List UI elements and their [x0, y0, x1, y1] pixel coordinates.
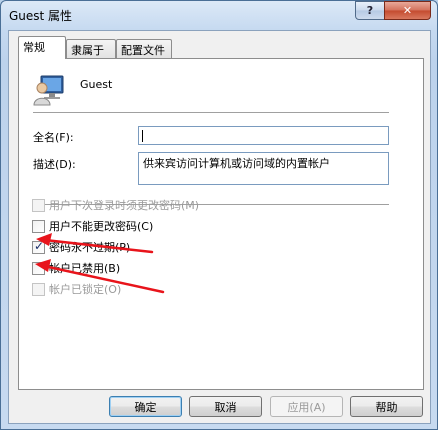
- checkbox-label: 帐户已锁定(O): [49, 283, 122, 296]
- description-field[interactable]: 供来宾访问计算机或访问域的内置帐户: [138, 152, 389, 185]
- help-icon[interactable]: ?: [355, 1, 385, 20]
- checkbox-account-locked: 帐户已锁定(O): [32, 281, 121, 297]
- tab-member-of[interactable]: 隶属于: [66, 39, 116, 58]
- help-button[interactable]: 帮助: [350, 396, 423, 417]
- checkbox-password-never-expires[interactable]: 密码永不过期(P): [32, 239, 130, 255]
- tab-general[interactable]: 常规: [18, 36, 66, 59]
- checkbox[interactable]: [32, 239, 45, 254]
- checkbox-cannot-change-password[interactable]: 用户不能更改密码(C): [32, 218, 153, 234]
- ok-button[interactable]: 确定: [109, 396, 182, 417]
- checkbox[interactable]: [32, 261, 45, 275]
- checkbox[interactable]: [32, 219, 45, 233]
- window-title: Guest 属性: [9, 9, 73, 23]
- checkbox-label: 帐户已禁用(B): [49, 262, 121, 275]
- apply-button: 应用(A): [270, 396, 343, 417]
- fullname-field[interactable]: [138, 126, 389, 145]
- fullname-label: 全名(F):: [33, 131, 74, 144]
- title-bar[interactable]: Guest 属性 ? ✕: [1, 1, 437, 29]
- user-name: Guest: [80, 78, 113, 91]
- checkbox-label: 用户不能更改密码(C): [49, 220, 154, 233]
- general-tab-panel: Guest 全名(F): 描述(D): 供来宾访问计算机或访问域的内置帐户 用户…: [18, 58, 424, 390]
- dialog-body: 常规 隶属于 配置文件 Guest 全名(F): 描述(D): 供来宾访问计算机…: [8, 30, 431, 424]
- checkbox-must-change-password: 用户下次登录时须更改密码(M): [32, 197, 199, 213]
- description-label: 描述(D):: [33, 158, 76, 171]
- checkbox-label: 用户下次登录时须更改密码(M): [49, 199, 200, 212]
- tab-profile[interactable]: 配置文件: [116, 39, 172, 58]
- close-icon[interactable]: ✕: [384, 1, 431, 20]
- text-caret: [142, 130, 143, 142]
- checkbox-account-disabled[interactable]: 帐户已禁用(B): [32, 260, 120, 276]
- user-account-icon: [33, 75, 64, 106]
- properties-dialog: Guest 属性 ? ✕ 常规 隶属于 配置文件 Guest 全名(F): 描述: [0, 0, 438, 430]
- cancel-button[interactable]: 取消: [189, 396, 262, 417]
- checkbox: [32, 282, 45, 296]
- separator: [33, 112, 389, 113]
- checkbox: [32, 198, 45, 212]
- checkbox-label: 密码永不过期(P): [49, 241, 131, 254]
